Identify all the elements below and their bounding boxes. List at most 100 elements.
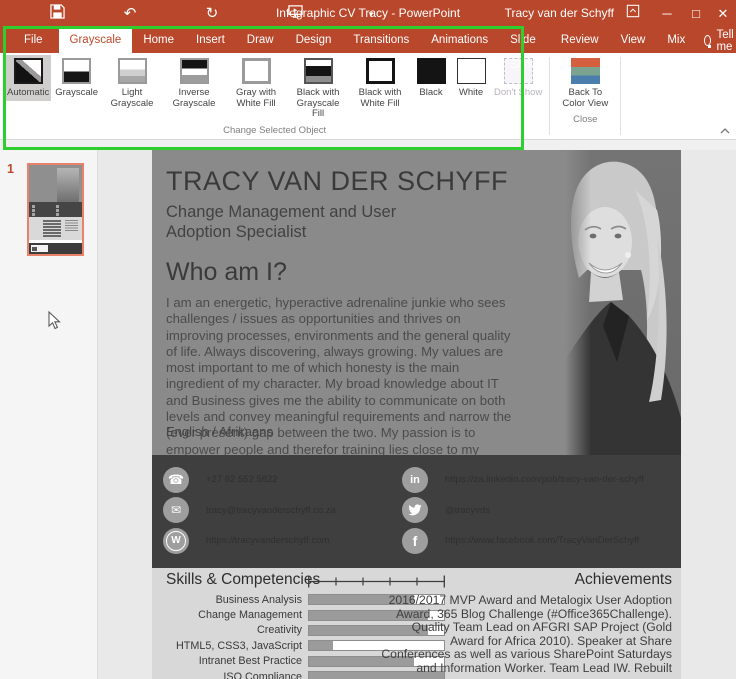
tab-list: File Grayscale Home Insert Draw Design Transit… <box>0 28 696 71</box>
collapse-ribbon-icon[interactable] <box>720 121 730 139</box>
account-name[interactable]: Tracy van der Schyff <box>505 6 614 20</box>
option-label: Black <box>419 87 443 98</box>
option-label: Inverse Grayscale <box>172 87 216 109</box>
grayscale-option-white[interactable]: White <box>452 55 490 101</box>
contact-text: https://tracyvanderschyff.com <box>206 535 330 546</box>
contact-row-email: ✉ tracy@tracyvanderschyff.co.za <box>163 497 386 524</box>
contact-row-linkedin: in https://za.linkedin.com/pub/tracy-van-… <box>402 466 675 493</box>
option-label: Don't Show <box>494 87 543 98</box>
phone-icon: ☎ <box>163 466 189 493</box>
automatic-swatch-icon <box>13 58 43 84</box>
grayscale-option-back-to-color-view[interactable]: Back To Color View <box>555 55 615 111</box>
slide-canvas[interactable]: TRACY VAN DER SCHYFF Change Management a… <box>98 150 736 679</box>
slide-number: 1 <box>7 162 14 176</box>
tell-me-box[interactable]: Tell me <box>696 28 736 53</box>
slide-subtitle: Change Management and User Adoption Spec… <box>166 203 397 241</box>
grayscale-option-black-with-white-fill[interactable]: Black with White Fill <box>350 55 410 111</box>
option-label: Gray with White Fill <box>235 87 277 109</box>
group-label-change-selected-object: Change Selected Object <box>223 124 327 136</box>
grayscale-option-inverse-grayscale[interactable]: Inverse Grayscale <box>164 55 224 111</box>
slide-title-name: TRACY VAN DER SCHYFF <box>166 166 509 196</box>
grayscale-swatch-icon <box>62 58 92 84</box>
gray-white-fill-swatch-icon <box>241 58 271 84</box>
skill-label: Intranet Best Practice <box>198 655 302 668</box>
option-label: Black with Grayscale Fill <box>296 87 340 119</box>
tab-home[interactable]: Home <box>132 28 185 53</box>
tab-transitions[interactable]: Transitions <box>342 28 420 53</box>
email-icon: ✉ <box>163 497 189 523</box>
grayscale-option-light-grayscale[interactable]: Light Grayscale <box>102 55 162 111</box>
group-separator <box>549 57 551 135</box>
tab-slide-show[interactable]: Slide Show <box>499 28 550 71</box>
contact-text: https://za.linkedin.com/pub/tracy-van-de… <box>445 474 644 485</box>
maximize-button[interactable]: □ <box>683 2 709 26</box>
contact-row-facebook: f https://www.facebook.com/TracyVanDerSch… <box>402 527 675 554</box>
grayscale-option-automatic[interactable]: Automatic <box>5 55 52 101</box>
contact-row-phone: ☎ +27 82 552 5822 <box>163 466 386 493</box>
group-separator <box>620 57 622 135</box>
skill-bar-fill <box>309 641 334 651</box>
contact-text: tracy@tracyvanderschyff.co.za <box>206 504 336 516</box>
bottom-band: Skills & Competencies Business Analysis C… <box>152 568 681 679</box>
option-label: Black with White Fill <box>358 87 402 109</box>
tab-mix[interactable]: Mix <box>656 28 696 53</box>
minimize-button[interactable]: ─ <box>654 2 680 26</box>
languages-text: English / Afrikaans <box>166 424 273 439</box>
skill-label: Creativity <box>257 624 302 637</box>
lightbulb-icon <box>704 35 712 48</box>
grayscale-option-black[interactable]: Black <box>412 55 450 101</box>
tab-design[interactable]: Design <box>285 28 343 53</box>
black-grayscale-fill-swatch-icon <box>303 58 333 84</box>
tab-file[interactable]: File <box>8 28 59 53</box>
skill-label: HTML5, CSS3, JavaScript <box>175 639 302 652</box>
portrait-photo <box>565 150 681 455</box>
skill-label: ISO Compliance <box>223 670 302 679</box>
achievements-paragraph: 2016/2017 MVP Award and Metalogix User A… <box>381 593 672 675</box>
slide[interactable]: TRACY VAN DER SCHYFF Change Management a… <box>152 150 681 679</box>
grayscale-option-grayscale[interactable]: Grayscale <box>53 55 100 101</box>
ribbon: Automatic Grayscale Light Grayscale Inverse… <box>0 53 736 140</box>
skills-scale-ruler <box>308 575 445 593</box>
option-label: White <box>458 87 484 98</box>
twitter-icon <box>402 497 428 523</box>
grayscale-option-black-with-grayscale-fill[interactable]: Black with Grayscale Fill <box>288 55 348 122</box>
skills-heading: Skills & Competencies <box>166 571 321 588</box>
option-label: Back To Color View <box>562 87 609 109</box>
tab-review[interactable]: Review <box>550 28 610 53</box>
contact-row-wordpress: Whttps://tracyvanderschyff.com <box>163 527 386 554</box>
who-am-i-paragraph: I am an energetic, hyperactive adrenalin… <box>166 295 512 473</box>
contact-text: @tracyvds <box>445 504 491 516</box>
tab-grayscale[interactable]: Grayscale <box>58 28 133 53</box>
ribbon-tab-bar: File Grayscale Home Insert Draw Design Transit… <box>0 28 736 71</box>
customize-qat-caret[interactable]: ▾ <box>360 4 382 24</box>
black-white-fill-swatch-icon <box>365 58 395 84</box>
slide-thumbnail-pane: 1 <box>0 150 98 679</box>
close-button[interactable]: ✕ <box>710 2 736 26</box>
skill-label: Business Analysis <box>215 593 302 606</box>
light-grayscale-swatch-icon <box>117 58 147 84</box>
option-label: Light Grayscale <box>110 87 154 109</box>
grayscale-option-gray-with-white-fill[interactable]: Gray with White Fill <box>226 55 286 111</box>
undo-icon[interactable]: ↶ <box>119 4 141 24</box>
slide-thumbnail[interactable] <box>27 163 84 256</box>
who-am-i-heading: Who am I? <box>166 258 287 286</box>
tab-insert[interactable]: Insert <box>185 28 236 53</box>
ribbon-display-options-icon[interactable] <box>620 2 646 26</box>
tell-me-label: Tell me <box>716 28 734 53</box>
contact-text: +27 82 552 5822 <box>206 474 278 485</box>
contact-bar: ☎ +27 82 552 5822 ✉ tracy@tracyvanderschyff… <box>152 455 681 568</box>
option-label: Grayscale <box>55 87 99 98</box>
ribbon-lower-strip <box>0 140 736 150</box>
save-icon[interactable] <box>46 4 68 24</box>
ribbon-group-close: Back To Color View Close <box>554 55 616 125</box>
back-color-swatch-icon <box>570 58 600 84</box>
contact-text: https://www.facebook.com/TracyVanDerSchy… <box>445 535 640 546</box>
tab-view[interactable]: View <box>610 28 657 53</box>
tab-animations[interactable]: Animations <box>420 28 499 53</box>
white-swatch-icon <box>456 58 486 84</box>
black-swatch-icon <box>416 58 446 84</box>
redo-icon[interactable]: ↻ <box>201 4 223 24</box>
tab-draw[interactable]: Draw <box>236 28 285 53</box>
start-slideshow-icon[interactable] <box>284 4 306 24</box>
contact-row-twitter: @tracyvds <box>402 497 675 524</box>
